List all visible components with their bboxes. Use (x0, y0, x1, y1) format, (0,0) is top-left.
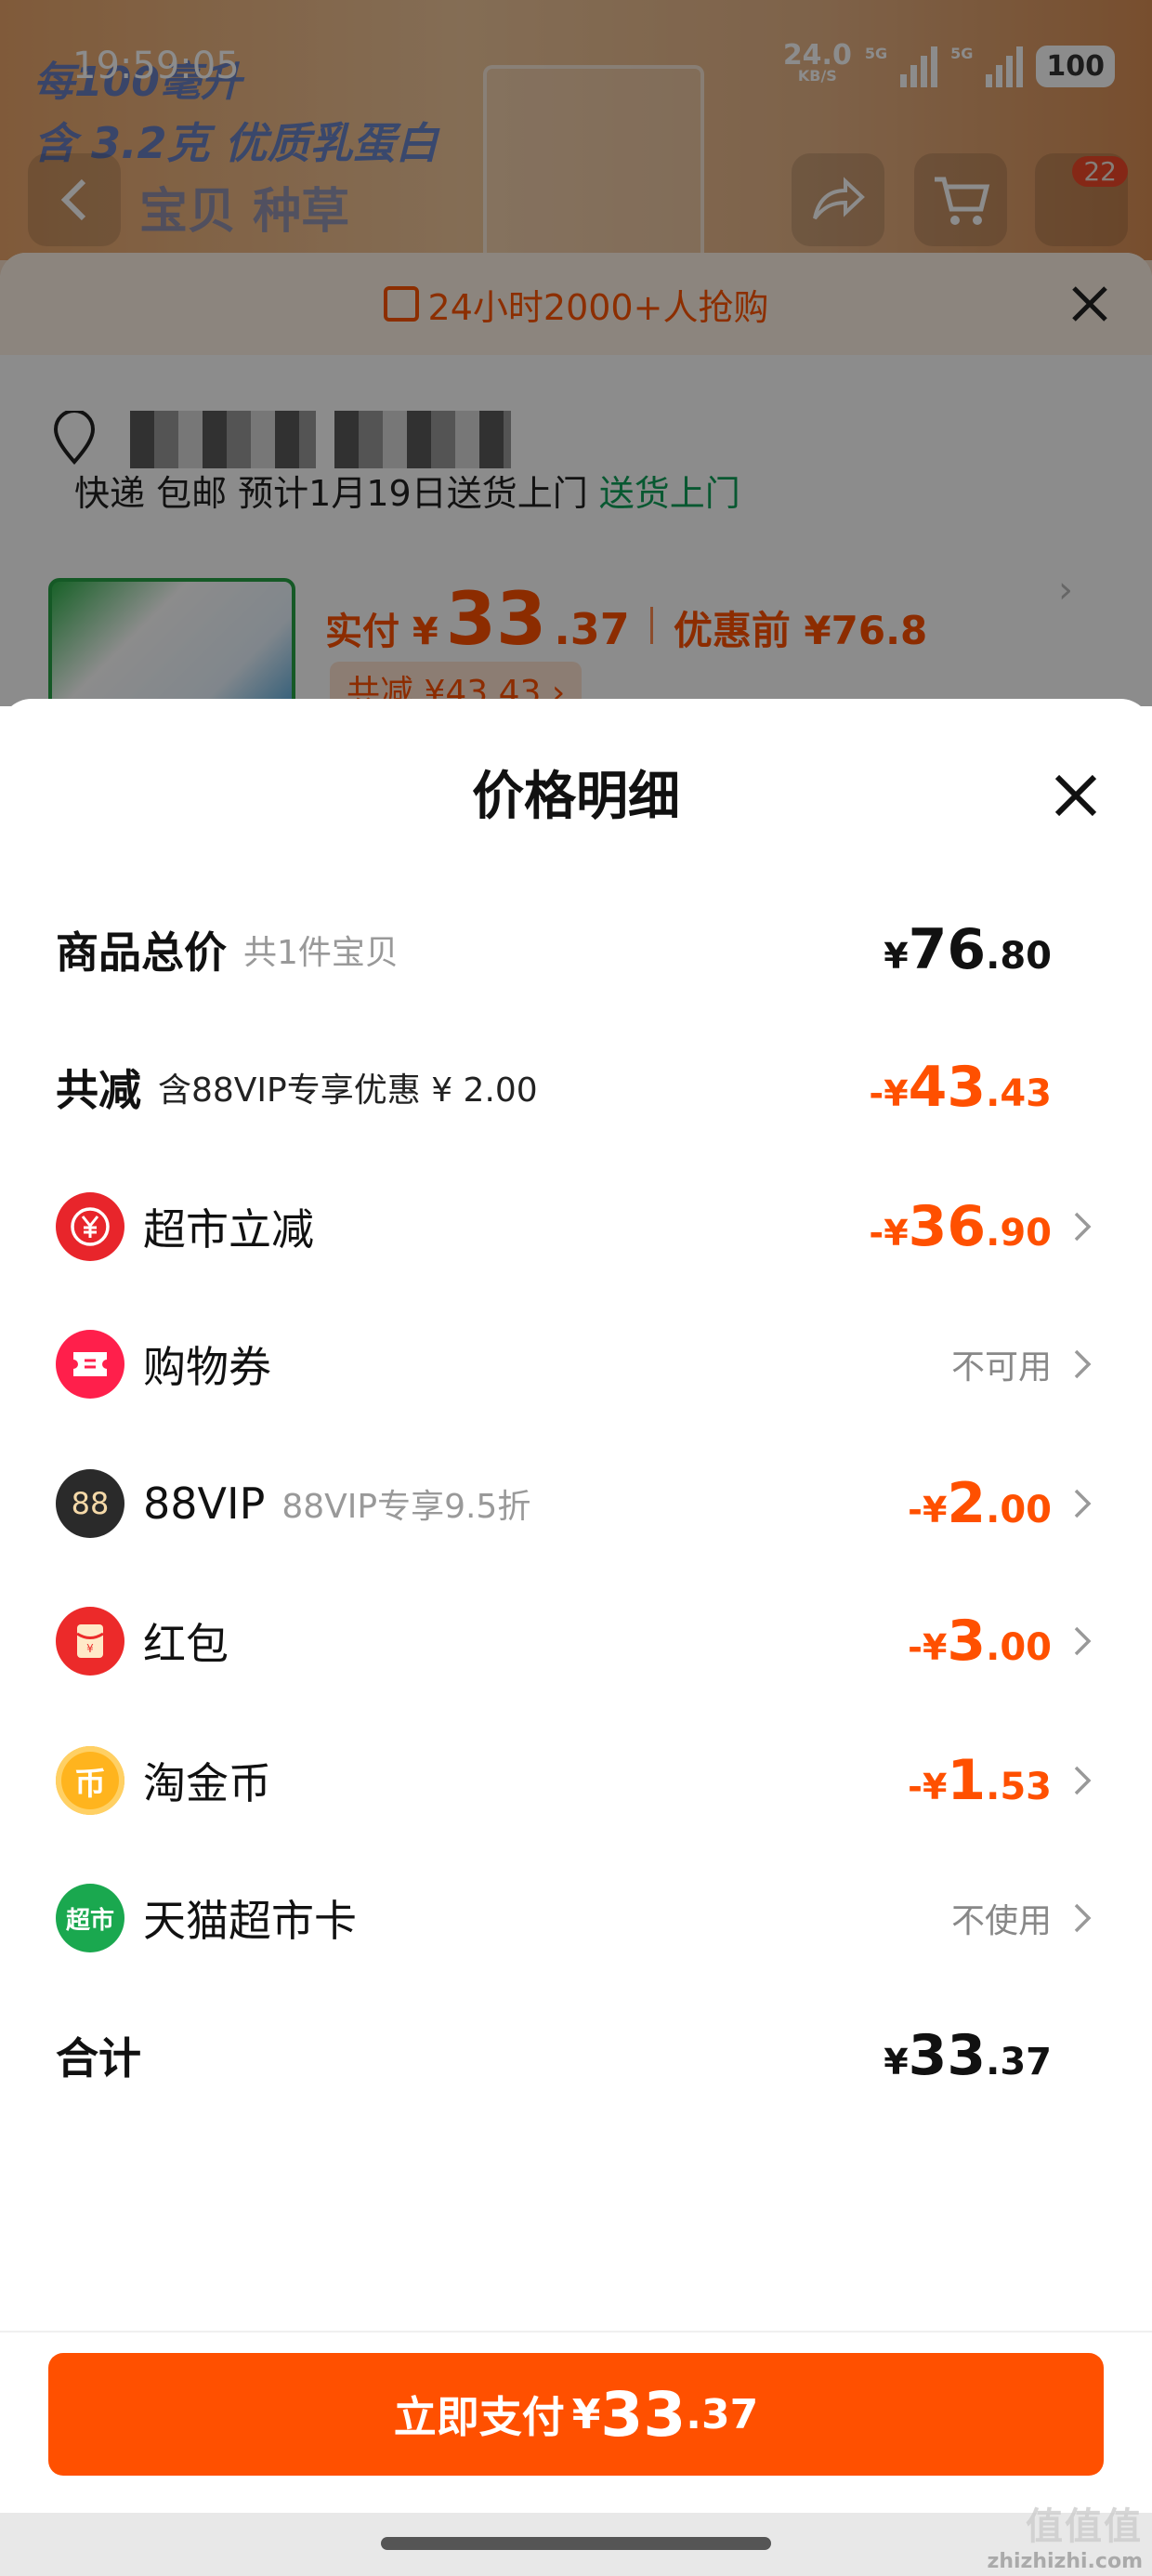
coupon-status: 不可用 (950, 1348, 1052, 1387)
taojinbi-value: -¥ 1.53 (908, 1748, 1052, 1813)
vip-discount-value: -¥ 2.00 (908, 1471, 1052, 1536)
home-indicator[interactable] (381, 2537, 771, 2550)
row-taojinbi[interactable]: 币 淘金币 -¥ 1.53 (56, 1734, 1096, 1827)
tmall-card-icon: 超市 (56, 1884, 124, 1952)
chevron-right-icon (1074, 1349, 1092, 1379)
row-goods-total: 商品总价 共1件宝贝 ¥76.80 (56, 917, 1052, 982)
vip88-icon: 88 (56, 1469, 124, 1538)
chevron-right-icon (1074, 1626, 1092, 1656)
tmall-card-status: 不使用 (950, 1902, 1052, 1940)
row-coupon[interactable]: 购物券 不可用 (56, 1318, 1096, 1411)
row-tmall-card[interactable]: 超市 天猫超市卡 不使用 (56, 1872, 1096, 1965)
sheet-title: 价格明细 (472, 767, 680, 827)
gold-coin-icon: 币 (56, 1746, 124, 1815)
row-88vip[interactable]: 88 88VIP 88VIP专享9.5折 -¥ 2.00 (56, 1457, 1096, 1550)
row-red-packet[interactable]: ¥ 红包 -¥ 3.00 (56, 1595, 1096, 1688)
dim-overlay[interactable] (0, 0, 1152, 706)
chevron-right-icon (1074, 1903, 1092, 1933)
total-discount-value: -¥ 43.43 (869, 1055, 1052, 1120)
divider (0, 2331, 1152, 2333)
ticket-icon (56, 1330, 124, 1399)
grand-total-value: ¥33.37 (884, 2023, 1052, 2088)
pay-now-button[interactable]: 立即支付 ¥ 33 .37 (48, 2353, 1104, 2476)
chevron-right-icon (1074, 1766, 1092, 1795)
row-supermarket-discount[interactable]: 超市立减 -¥ 36.90 (56, 1180, 1096, 1273)
red-packet-value: -¥ 3.00 (908, 1609, 1052, 1674)
supermarket-discount-value: -¥ 36.90 (869, 1194, 1052, 1259)
close-icon[interactable] (1046, 766, 1106, 825)
goods-total-value: ¥76.80 (884, 917, 1052, 982)
red-packet-icon: ¥ (56, 1607, 124, 1676)
row-grand-total: 合计 ¥33.37 (56, 2023, 1052, 2088)
svg-text:¥: ¥ (86, 1642, 94, 1655)
chevron-right-icon (1074, 1489, 1092, 1518)
row-total-discount: 共减 含88VIP专享优惠 ¥ 2.00 -¥ 43.43 (56, 1055, 1052, 1120)
yuan-tag-icon (56, 1192, 124, 1261)
watermark-logo: 值值值 zhizhizhi.com (987, 2505, 1143, 2573)
chevron-right-icon (1074, 1212, 1092, 1242)
price-detail-sheet: 价格明细 商品总价 共1件宝贝 ¥76.80 共减 含88VIP专享优惠 ¥ 2… (0, 699, 1152, 2576)
